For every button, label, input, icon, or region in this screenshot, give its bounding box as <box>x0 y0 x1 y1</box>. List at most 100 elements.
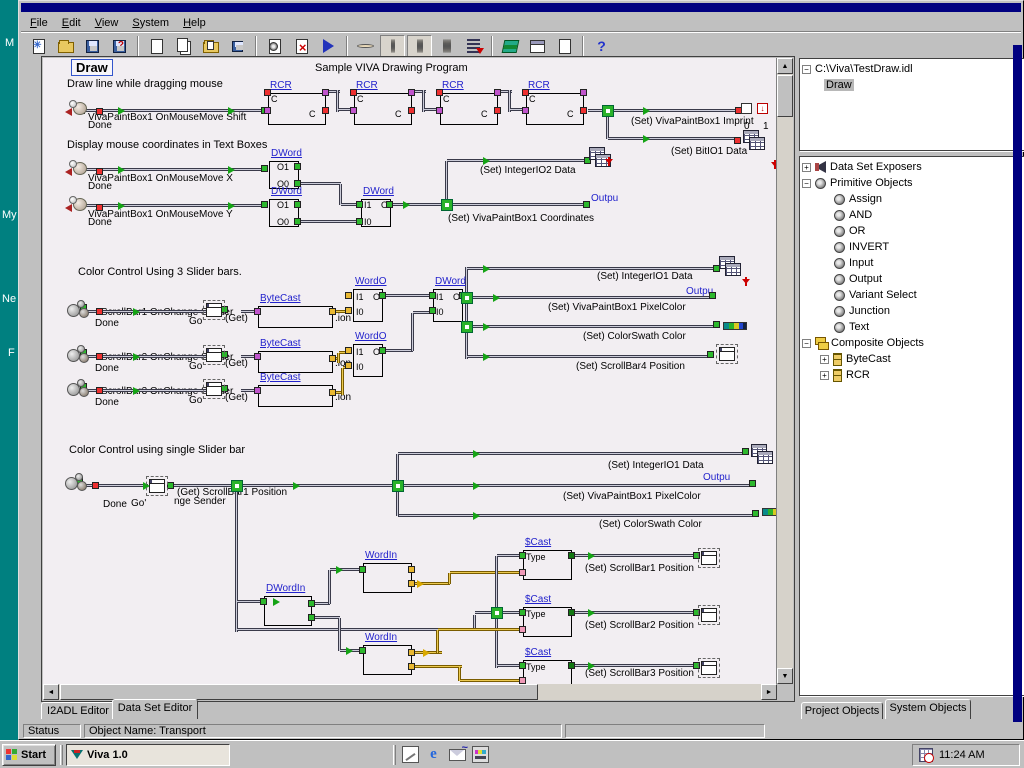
tree-item-variant-select[interactable]: Variant Select <box>802 287 1024 303</box>
internet-explorer-icon[interactable]: e <box>425 746 442 763</box>
ms-dos-icon[interactable] <box>472 746 489 763</box>
desktop-icon-label[interactable]: F <box>8 347 15 359</box>
dataset-sheet-icon[interactable] <box>743 130 769 152</box>
tab-data-set-editor[interactable]: Data Set Editor <box>112 699 198 719</box>
dataset-sheet-icon[interactable] <box>751 444 777 466</box>
save-project-button[interactable] <box>80 35 105 58</box>
scrollbar-event-icon[interactable] <box>65 298 91 320</box>
tree-item-invert[interactable]: INVERT <box>802 239 1024 255</box>
build-button[interactable] <box>262 35 287 58</box>
tree-item-junction[interactable]: Junction <box>802 303 1024 319</box>
sheet-name-draw[interactable]: Draw <box>71 59 113 76</box>
horizontal-scroll-thumb[interactable] <box>60 684 538 700</box>
sheet-two-button[interactable] <box>380 35 405 58</box>
tree-item-draw[interactable]: Draw <box>802 77 1024 93</box>
i2adl-object-bytecast[interactable] <box>258 385 333 407</box>
tree-item-primitive-objects[interactable]: −Primitive Objects <box>802 175 1024 191</box>
collapse-icon[interactable]: − <box>802 65 811 74</box>
run-button[interactable] <box>316 35 341 58</box>
window-object-icon[interactable] <box>203 300 225 320</box>
i2adl-object-wordin[interactable] <box>363 645 412 675</box>
paintbox-event-icon[interactable] <box>65 196 89 214</box>
scrollbar-event-icon[interactable] <box>65 377 91 399</box>
scroll-right-icon[interactable]: ► <box>761 684 777 700</box>
task-scheduler-icon[interactable] <box>919 748 933 762</box>
junction-node[interactable] <box>231 480 243 492</box>
expand-icon[interactable]: + <box>820 355 829 364</box>
i2adl-object-bytecast[interactable] <box>258 351 333 373</box>
tree-item-input[interactable]: Input <box>802 255 1024 271</box>
start-button[interactable]: Start <box>2 744 56 766</box>
i2adl-diagram-canvas[interactable]: Sample VIVA Drawing ProgramDraw line whi… <box>43 58 777 684</box>
window-object-icon[interactable] <box>698 658 720 678</box>
system-objects-tree[interactable]: +Data Set Exposers−Primitive ObjectsAssi… <box>799 156 1024 696</box>
expand-icon[interactable]: + <box>820 371 829 380</box>
copy-sheet-button[interactable] <box>171 35 196 58</box>
horizontal-scrollbar[interactable]: ◄ ► <box>43 684 777 700</box>
i2adl-object-dwordin[interactable] <box>264 596 312 626</box>
collapse-icon[interactable]: − <box>802 179 811 188</box>
project-file-tree[interactable]: −C:\Viva\TestDraw.idlDraw <box>799 58 1024 151</box>
junction-node[interactable] <box>392 480 404 492</box>
tab-project-objects[interactable]: Project Objects <box>801 702 883 719</box>
tab-system-objects[interactable]: System Objects <box>885 699 971 719</box>
delete-sheet-button[interactable]: × <box>289 35 314 58</box>
save-sheet-button[interactable] <box>225 35 250 58</box>
dialog-editor-button[interactable] <box>525 35 550 58</box>
blank-page-button[interactable] <box>552 35 577 58</box>
menu-help[interactable]: Help <box>176 15 213 31</box>
menu-edit[interactable]: Edit <box>55 15 88 31</box>
vertical-scroll-thumb[interactable] <box>777 75 793 117</box>
window-object-icon[interactable] <box>203 345 225 365</box>
scroll-down-icon[interactable]: ▼ <box>777 668 793 684</box>
new-wizard-button[interactable]: ✳ <box>26 35 51 58</box>
window-object-icon[interactable] <box>698 605 720 625</box>
scroll-left-icon[interactable]: ◄ <box>43 684 59 700</box>
scroll-up-icon[interactable]: ▲ <box>777 58 793 74</box>
tree-item-data-set-exposers[interactable]: +Data Set Exposers <box>802 159 1024 175</box>
show-desktop-icon[interactable] <box>402 746 419 763</box>
open-project-button[interactable] <box>53 35 78 58</box>
scrollbar-event-icon[interactable] <box>63 471 89 493</box>
desktop-icon-label[interactable]: Ne <box>2 293 16 305</box>
window-object-icon[interactable] <box>716 344 738 364</box>
sheet-flat-button[interactable] <box>353 35 378 58</box>
help-button[interactable]: ? <box>589 35 614 58</box>
tree-item-root[interactable]: −C:\Viva\TestDraw.idl <box>802 61 1024 77</box>
dataset-sheet-icon[interactable] <box>719 256 745 278</box>
junction-node[interactable] <box>491 607 503 619</box>
junction-node[interactable] <box>461 321 473 333</box>
desktop-icon-label[interactable]: M <box>5 37 14 49</box>
save-as-button[interactable]: ? <box>107 35 132 58</box>
open-sheet-button[interactable] <box>198 35 223 58</box>
new-sheet-button[interactable] <box>144 35 169 58</box>
menu-view[interactable]: View <box>88 15 126 31</box>
window-object-icon[interactable] <box>203 379 225 399</box>
window-object-icon[interactable] <box>146 476 168 496</box>
vertical-scrollbar[interactable]: ▲ ▼ <box>777 58 793 684</box>
library-button[interactable] <box>498 35 523 58</box>
taskbar-grip[interactable] <box>60 745 63 765</box>
tree-item-output[interactable]: Output <box>802 271 1024 287</box>
outlook-express-icon[interactable] <box>449 749 466 761</box>
menu-system[interactable]: System <box>125 15 176 31</box>
sheet-three-button[interactable] <box>407 35 432 58</box>
junction-node[interactable] <box>602 105 614 117</box>
tree-item-composite-objects[interactable]: −Composite Objects <box>802 335 1024 351</box>
i2adl-object-wordin[interactable] <box>363 563 412 593</box>
paintbox-event-icon[interactable] <box>65 100 89 118</box>
quicklaunch-grip[interactable] <box>393 745 396 765</box>
tree-item-rcr[interactable]: +RCR <box>802 367 1024 383</box>
i2adl-object-bytecast[interactable] <box>258 306 333 328</box>
tree-item-text[interactable]: Text <box>802 319 1024 335</box>
tree-item-assign[interactable]: Assign <box>802 191 1024 207</box>
tab-i2adl-editor[interactable]: I2ADL Editor <box>41 702 115 719</box>
task-button-viva[interactable]: Viva 1.0 <box>66 744 230 766</box>
desktop-icon-label[interactable]: My <box>2 209 17 221</box>
paintbox-event-icon[interactable] <box>65 160 89 178</box>
scrollbar-event-icon[interactable] <box>65 343 91 365</box>
sheet-list-button[interactable] <box>461 35 486 58</box>
menu-file[interactable]: File <box>23 15 55 31</box>
expand-icon[interactable]: + <box>802 163 811 172</box>
tree-item-or[interactable]: OR <box>802 223 1024 239</box>
